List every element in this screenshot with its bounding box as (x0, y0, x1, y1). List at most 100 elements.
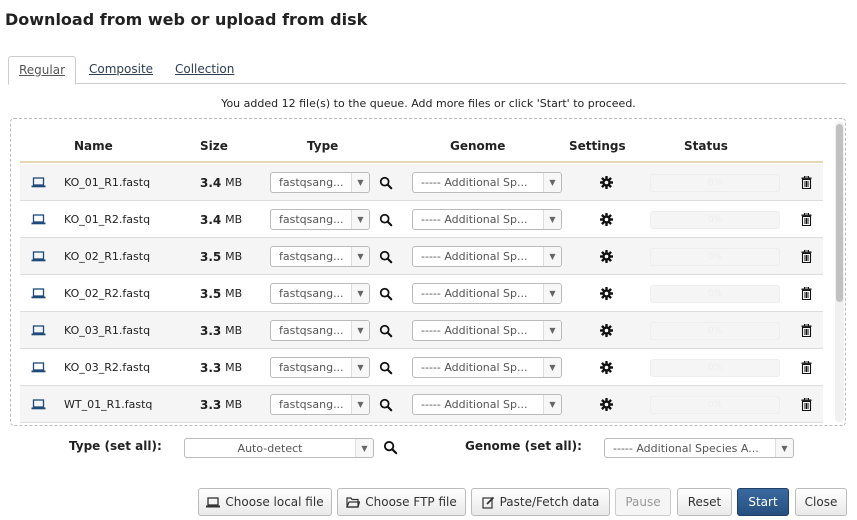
file-type-select[interactable]: fastqsang... ▼ (270, 209, 370, 230)
file-size: 3.3 MB (200, 386, 242, 423)
reset-button[interactable]: Reset (677, 488, 732, 516)
upload-progress: 0% (650, 395, 780, 414)
search-icon[interactable] (379, 386, 393, 423)
gear-icon[interactable] (600, 238, 613, 275)
table-row: KO_03_R1.fastq 3.3 MB fastqsang... ▼ ----- A… (20, 312, 823, 349)
file-type-select[interactable]: fastqsang... ▼ (270, 283, 370, 304)
gear-icon[interactable] (600, 349, 613, 386)
genome-select[interactable]: ----- Additional Sp... ▼ (412, 246, 562, 267)
file-type-value: fastqsang... (279, 361, 344, 374)
search-icon[interactable] (379, 201, 393, 238)
search-icon[interactable] (379, 164, 393, 201)
gear-icon[interactable] (600, 386, 613, 423)
type-set-all-select[interactable]: Auto-detect ▼ (184, 438, 374, 458)
choose-ftp-file-button[interactable]: Choose FTP file (337, 488, 466, 516)
trash-icon[interactable] (801, 201, 812, 238)
file-size: 3.5 MB (200, 238, 242, 275)
edit-icon (481, 496, 495, 509)
file-name: KO_03_R1.fastq (64, 324, 151, 337)
file-type-value: fastqsang... (279, 250, 344, 263)
paste-fetch-data-button[interactable]: Paste/Fetch data (471, 488, 610, 516)
trash-icon[interactable] (801, 349, 812, 386)
genome-select[interactable]: ----- Additional Sp... ▼ (412, 172, 562, 193)
genome-select[interactable]: ----- Additional Sp... ▼ (412, 209, 562, 230)
genome-select[interactable]: ----- Additional Sp... ▼ (412, 394, 562, 415)
tab-collection[interactable]: Collection (165, 56, 244, 85)
genome-set-all-select[interactable]: ----- Additional Species A... ▼ (604, 438, 794, 458)
file-size-unit: MB (225, 287, 243, 300)
tab-composite[interactable]: Composite (79, 56, 163, 85)
genome-value: ----- Additional Sp... (421, 250, 528, 263)
chevron-down-icon: ▼ (543, 284, 561, 303)
file-type-select[interactable]: fastqsang... ▼ (270, 394, 370, 415)
genome-value: ----- Additional Sp... (421, 213, 528, 226)
gear-icon[interactable] (600, 312, 613, 349)
search-icon[interactable] (379, 238, 393, 275)
chevron-down-icon: ▼ (351, 358, 369, 377)
file-type-value: fastqsang... (279, 287, 344, 300)
file-type-value: fastqsang... (279, 398, 344, 411)
file-size: 3.4 MB (200, 201, 242, 238)
file-size: 3.3 MB (200, 312, 242, 349)
header-type: Type (307, 139, 339, 153)
genome-value: ----- Additional Sp... (421, 361, 528, 374)
file-type-select[interactable]: fastqsang... ▼ (270, 172, 370, 193)
genome-select[interactable]: ----- Additional Sp... ▼ (412, 357, 562, 378)
start-button[interactable]: Start (737, 488, 789, 516)
file-size-value: 3.5 (200, 249, 222, 264)
choose-local-file-button[interactable]: Choose local file (198, 488, 332, 516)
file-name: KO_02_R2.fastq (64, 287, 151, 300)
search-icon[interactable] (379, 349, 393, 386)
genome-set-all-label: Genome (set all): (465, 439, 582, 453)
chevron-down-icon: ▼ (543, 247, 561, 266)
trash-icon[interactable] (801, 312, 812, 349)
trash-icon[interactable] (801, 238, 812, 275)
trash-icon[interactable] (801, 275, 812, 312)
chevron-down-icon: ▼ (543, 358, 561, 377)
chevron-down-icon: ▼ (351, 321, 369, 340)
file-size-unit: MB (225, 361, 243, 374)
close-button[interactable]: Close (795, 488, 847, 516)
file-size-value: 3.3 (200, 360, 222, 375)
upload-progress: 0% (650, 358, 780, 377)
header-name: Name (74, 139, 113, 153)
genome-select[interactable]: ----- Additional Sp... ▼ (412, 320, 562, 341)
tab-regular[interactable]: Regular (8, 56, 77, 85)
file-type-value: fastqsang... (279, 213, 344, 226)
table-row: KO_01_R2.fastq 3.4 MB fastqsang... ▼ ----- A… (20, 201, 823, 238)
laptop-icon (31, 201, 46, 238)
genome-select[interactable]: ----- Additional Sp... ▼ (412, 283, 562, 304)
chevron-down-icon: ▼ (543, 173, 561, 192)
file-size-value: 3.5 (200, 286, 222, 301)
chevron-down-icon: ▼ (543, 321, 561, 340)
chevron-down-icon: ▼ (351, 284, 369, 303)
scrollbar[interactable] (835, 122, 844, 422)
genome-value: ----- Additional Sp... (421, 176, 528, 189)
laptop-icon (31, 312, 46, 349)
pause-button[interactable]: Pause (615, 488, 671, 516)
file-size-unit: MB (225, 398, 243, 411)
file-size: 3.5 MB (200, 275, 242, 312)
file-type-select[interactable]: fastqsang... ▼ (270, 320, 370, 341)
laptop-icon (31, 386, 46, 423)
gear-icon[interactable] (600, 164, 613, 201)
upload-progress: 0% (650, 321, 780, 340)
trash-icon[interactable] (801, 386, 812, 423)
gear-icon[interactable] (600, 201, 613, 238)
search-icon[interactable] (379, 275, 393, 312)
search-icon[interactable] (379, 312, 393, 349)
search-icon[interactable] (383, 440, 398, 455)
paste-fetch-data-label: Paste/Fetch data (499, 495, 600, 509)
gear-icon[interactable] (600, 275, 613, 312)
file-type-select[interactable]: fastqsang... ▼ (270, 357, 370, 378)
scrollbar-thumb[interactable] (836, 124, 843, 302)
upload-dropzone[interactable]: Name Size Type Genome Settings Status KO… (10, 118, 846, 426)
table-row: KO_03_R2.fastq 3.3 MB fastqsang... ▼ ----- A… (20, 349, 823, 386)
file-name: WT_01_R1.fastq (64, 398, 153, 411)
laptop-icon (31, 238, 46, 275)
trash-icon[interactable] (801, 164, 812, 201)
upload-progress: 0% (650, 247, 780, 266)
chevron-down-icon: ▼ (543, 395, 561, 414)
genome-set-all-value: ----- Additional Species A... (613, 441, 759, 455)
file-type-select[interactable]: fastqsang... ▼ (270, 246, 370, 267)
